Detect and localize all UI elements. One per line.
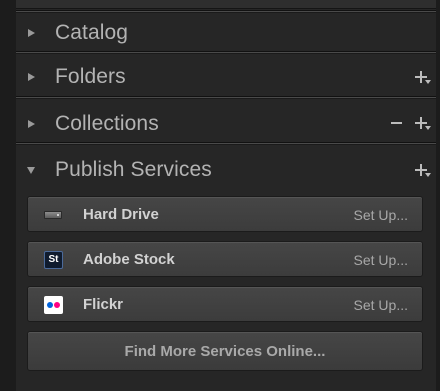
panel-divider[interactable] <box>16 51 436 54</box>
panel-left-edge <box>0 0 16 391</box>
remove-collection-minus-icon[interactable] <box>390 115 404 131</box>
panel-bottom-space <box>16 381 436 391</box>
publish-services-panel-header[interactable]: Publish Services <box>16 150 436 190</box>
service-row-hard-drive[interactable]: Hard Drive Set Up... <box>27 196 423 232</box>
panel-divider[interactable] <box>16 142 436 145</box>
panel-divider[interactable] <box>16 96 436 99</box>
expand-triangle-icon[interactable] <box>28 73 35 81</box>
set-up-link[interactable]: Set Up... <box>354 252 408 268</box>
catalog-panel-header[interactable]: Catalog <box>16 13 436 53</box>
service-name: Hard Drive <box>83 206 159 223</box>
publish-services-panel-title: Publish Services <box>55 158 212 181</box>
folders-panel-header[interactable]: Folders <box>16 57 436 97</box>
catalog-panel-title: Catalog <box>55 21 129 44</box>
collections-panel-header[interactable]: Collections <box>16 104 436 144</box>
service-name: Adobe Stock <box>83 251 175 268</box>
service-row-flickr[interactable]: Flickr Set Up... <box>27 286 423 322</box>
collapse-triangle-icon[interactable] <box>27 166 35 174</box>
add-publish-service-plus-icon[interactable] <box>414 162 431 178</box>
set-up-link[interactable]: Set Up... <box>354 297 408 313</box>
navigator-panel-bottom <box>16 0 436 9</box>
service-name: Flickr <box>83 296 124 313</box>
hard-drive-icon <box>44 211 62 219</box>
adobe-stock-icon: St <box>44 251 63 269</box>
collections-panel-title: Collections <box>55 112 159 135</box>
add-collection-plus-icon[interactable] <box>414 115 431 131</box>
set-up-link[interactable]: Set Up... <box>354 207 408 223</box>
service-row-adobe-stock[interactable]: St Adobe Stock Set Up... <box>27 241 423 277</box>
find-more-services-label: Find More Services Online... <box>124 343 326 360</box>
panel-right-edge <box>436 0 440 391</box>
folders-panel-title: Folders <box>55 65 126 88</box>
flickr-icon <box>44 296 63 314</box>
find-more-services-button[interactable]: Find More Services Online... <box>27 331 423 371</box>
add-folder-plus-icon[interactable] <box>414 69 431 85</box>
expand-triangle-icon[interactable] <box>28 29 35 37</box>
expand-triangle-icon[interactable] <box>28 120 35 128</box>
left-panel-group: Catalog Folders Collections Publish Serv… <box>0 0 440 391</box>
